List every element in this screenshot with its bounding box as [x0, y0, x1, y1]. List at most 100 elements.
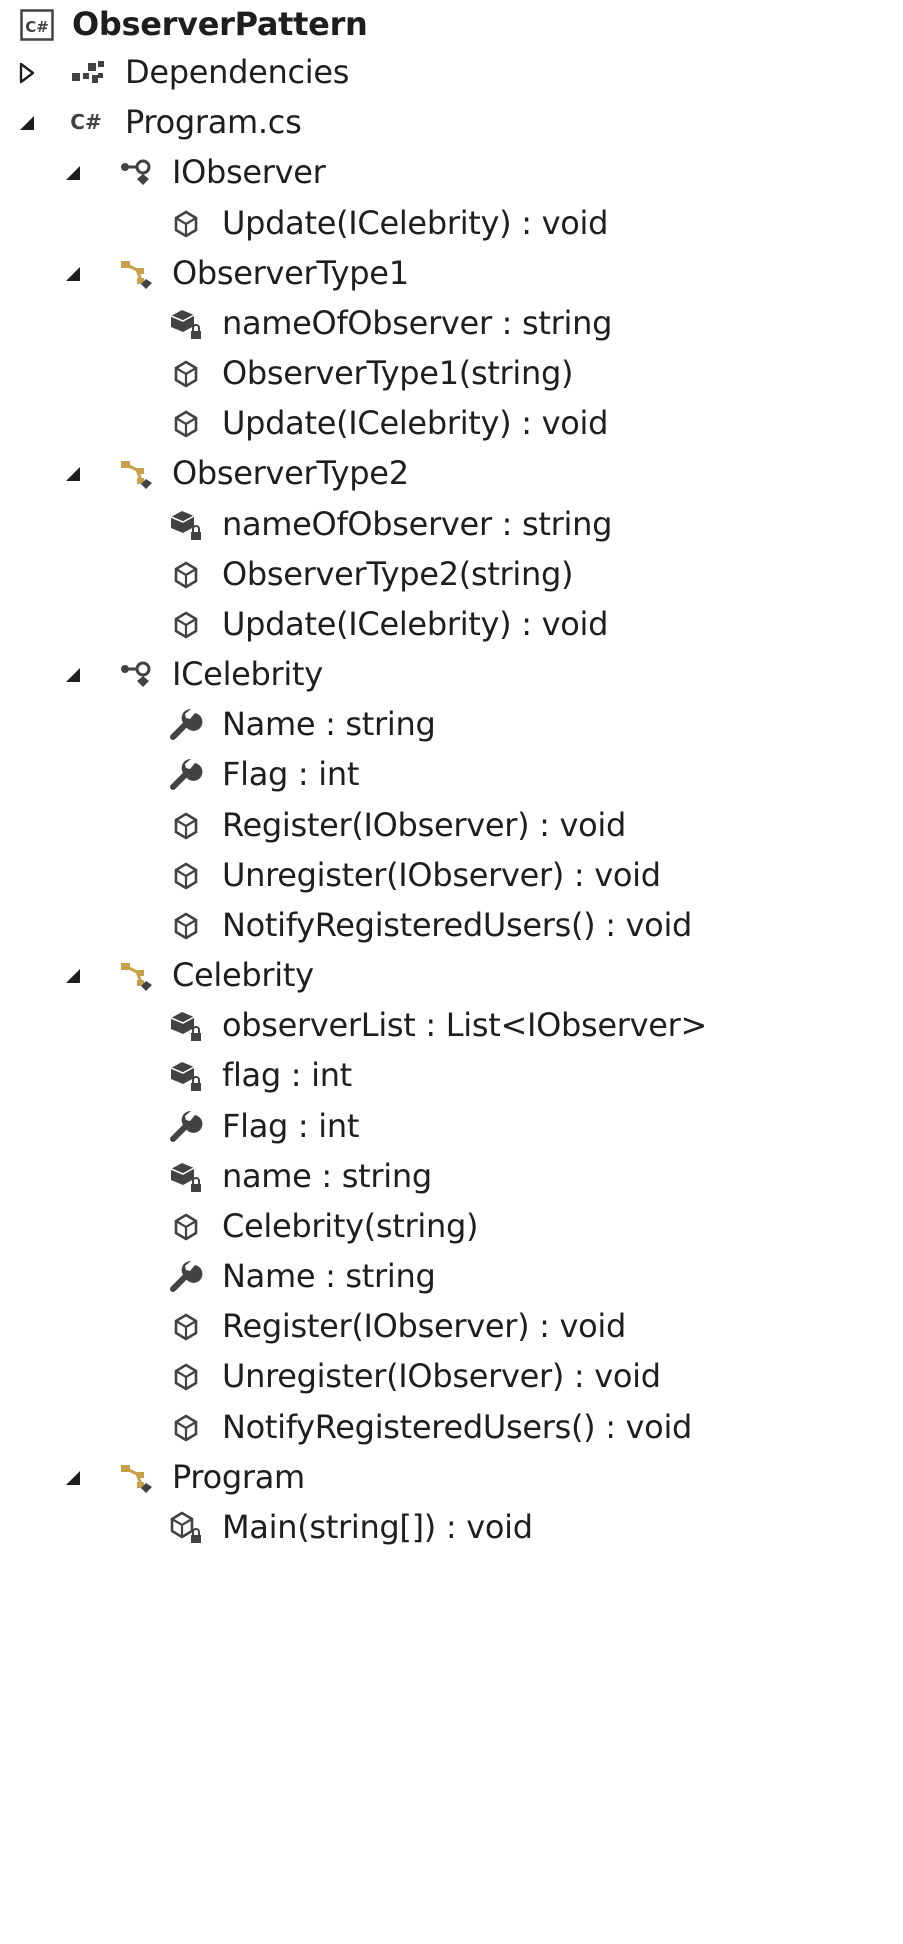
class-icon [115, 956, 157, 996]
tree-node[interactable]: Program [0, 1453, 903, 1503]
tree-node[interactable]: name : string [0, 1152, 903, 1202]
tree-node[interactable]: ObserverType2(string) [0, 550, 903, 600]
tree-node-label: Celebrity [172, 956, 314, 995]
tree-node-label: Unregister(IObserver) : void [222, 855, 661, 894]
tree-node-label: ObserverType1(string) [222, 354, 574, 393]
tree-node[interactable]: nameOfObserver : string [0, 299, 903, 349]
method-icon [165, 605, 207, 645]
tree-node-label: Name : string [222, 1257, 436, 1296]
method-icon [165, 1357, 207, 1397]
tree-node[interactable]: Update(ICelebrity) : void [0, 600, 903, 650]
tree-node-label: IObserver [172, 153, 326, 192]
expanded-arrow-icon[interactable] [62, 663, 84, 687]
method-icon [165, 856, 207, 896]
tree-node-label: Flag : int [222, 755, 360, 794]
private-field-icon [165, 304, 207, 344]
interface-icon [115, 655, 157, 695]
tree-node[interactable]: C# ObserverPattern [0, 0, 903, 50]
property-icon [165, 705, 207, 745]
method-icon [165, 555, 207, 595]
property-icon [165, 1257, 207, 1297]
tree-node-label: Register(IObserver) : void [222, 1307, 626, 1346]
tree-node-label: Dependencies [125, 53, 350, 92]
tree-node-label: Update(ICelebrity) : void [222, 203, 609, 242]
tree-node[interactable]: ICelebrity [0, 650, 903, 700]
tree-node[interactable]: Name : string [0, 700, 903, 750]
expanded-arrow-icon[interactable] [62, 964, 84, 988]
tree-node-label: ICelebrity [172, 655, 323, 694]
tree-node[interactable]: NotifyRegisteredUsers() : void [0, 901, 903, 951]
tree-node[interactable]: Register(IObserver) : void [0, 1302, 903, 1352]
tree-node-label: ObserverPattern [72, 5, 368, 44]
tree-node-label: ObserverType2(string) [222, 554, 574, 593]
tree-node-label: Main(string[]) : void [222, 1508, 533, 1547]
tree-node[interactable]: Dependencies [0, 48, 903, 98]
tree-node-label: nameOfObserver : string [222, 304, 613, 343]
dependencies-icon [66, 53, 108, 93]
tree-node-label: ObserverType2 [172, 454, 409, 493]
tree-node[interactable]: Name : string [0, 1252, 903, 1302]
method-icon [165, 1207, 207, 1247]
tree-node[interactable]: observerList : List<IObserver> [0, 1001, 903, 1051]
svg-text:C#: C# [70, 110, 101, 134]
private-field-icon [165, 1157, 207, 1197]
private-field-icon [165, 1006, 207, 1046]
method-icon [165, 404, 207, 444]
tree-node-label: Program.cs [125, 103, 302, 142]
tree-node[interactable]: ObserverType1 [0, 249, 903, 299]
tree-node-label: NotifyRegisteredUsers() : void [222, 1407, 693, 1446]
tree-node[interactable]: nameOfObserver : string [0, 500, 903, 550]
tree-node[interactable]: Celebrity [0, 951, 903, 1001]
tree-node[interactable]: ObserverType1(string) [0, 349, 903, 399]
private-field-icon [165, 1056, 207, 1096]
tree-node-label: Program [172, 1457, 305, 1496]
tree-node[interactable]: ObserverType2 [0, 449, 903, 499]
tree-node-label: Unregister(IObserver) : void [222, 1357, 661, 1396]
tree-node-label: Name : string [222, 705, 436, 744]
expanded-arrow-icon[interactable] [62, 161, 84, 185]
csharp-project-icon: C# [20, 9, 54, 41]
tree-node-label: nameOfObserver : string [222, 504, 613, 543]
tree-node-label: Update(ICelebrity) : void [222, 605, 609, 644]
method-icon [165, 354, 207, 394]
tree-node[interactable]: Register(IObserver) : void [0, 801, 903, 851]
tree-node[interactable]: IObserver [0, 148, 903, 198]
tree-node-label: observerList : List<IObserver> [222, 1006, 708, 1045]
tree-node-label: Celebrity(string) [222, 1207, 479, 1246]
csharp-file-icon: C# [66, 103, 108, 143]
tree-node-label: Update(ICelebrity) : void [222, 404, 609, 443]
tree-node-label: NotifyRegisteredUsers() : void [222, 906, 693, 945]
tree-node[interactable]: Flag : int [0, 750, 903, 800]
expanded-arrow-icon[interactable] [16, 111, 38, 135]
expanded-arrow-icon[interactable] [62, 462, 84, 486]
tree-node[interactable]: flag : int [0, 1051, 903, 1101]
tree-node[interactable]: Update(ICelebrity) : void [0, 399, 903, 449]
tree-node[interactable]: Celebrity(string) [0, 1202, 903, 1252]
tree-node[interactable]: Main(string[]) : void [0, 1503, 903, 1553]
tree-node[interactable]: Flag : int [0, 1102, 903, 1152]
method-icon [165, 204, 207, 244]
property-icon [165, 1107, 207, 1147]
tree-node-label: flag : int [222, 1056, 352, 1095]
tree-node-label: Flag : int [222, 1106, 360, 1145]
class-icon [115, 254, 157, 294]
tree-node[interactable]: NotifyRegisteredUsers() : void [0, 1403, 903, 1453]
expanded-arrow-icon[interactable] [62, 1466, 84, 1490]
tree-node[interactable]: Unregister(IObserver) : void [0, 1352, 903, 1402]
class-icon [115, 1458, 157, 1498]
method-icon [165, 806, 207, 846]
svg-text:C#: C# [25, 18, 49, 36]
method-icon [165, 906, 207, 946]
private-field-icon [165, 505, 207, 545]
tree-node[interactable]: C# Program.cs [0, 98, 903, 148]
collapsed-arrow-icon[interactable] [16, 61, 38, 85]
tree-node-label: name : string [222, 1156, 432, 1195]
tree-node[interactable]: Unregister(IObserver) : void [0, 851, 903, 901]
interface-icon [115, 153, 157, 193]
method-icon [165, 1408, 207, 1448]
property-icon [165, 755, 207, 795]
tree-node-label: Register(IObserver) : void [222, 805, 626, 844]
class-icon [115, 454, 157, 494]
expanded-arrow-icon[interactable] [62, 262, 84, 286]
tree-node[interactable]: Update(ICelebrity) : void [0, 199, 903, 249]
